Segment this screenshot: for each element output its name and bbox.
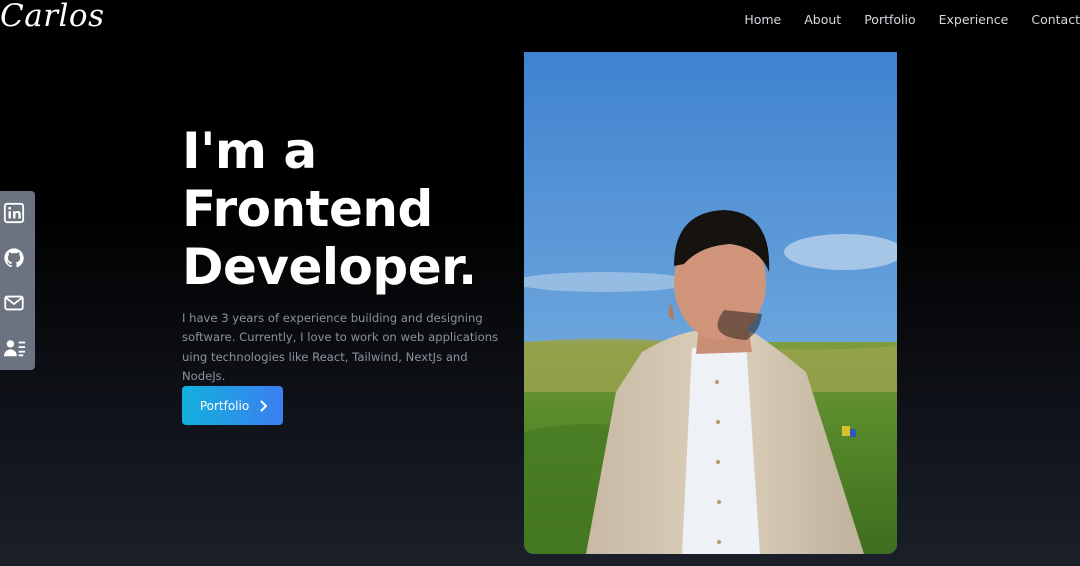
social-link-linkedin[interactable] [0, 191, 35, 236]
chevron-right-icon [260, 400, 268, 411]
nav-contact[interactable]: Contact [1020, 12, 1080, 28]
mail-icon [4, 295, 24, 311]
main-nav: Home About Portfolio Experience Contact [733, 12, 1080, 28]
social-link-resume[interactable] [0, 325, 35, 370]
linkedin-icon [3, 203, 25, 224]
resume-icon [4, 339, 26, 356]
hero-heading-block: I'm a Frontend Developer. [182, 122, 477, 296]
hero-headline: I'm a Frontend Developer. [182, 122, 477, 296]
logo[interactable]: Carlos [0, 0, 105, 34]
nav-portfolio[interactable]: Portfolio [853, 12, 927, 28]
headline-line-3: Developer. [182, 238, 477, 296]
github-icon [4, 248, 24, 268]
portfolio-button[interactable]: Portfolio [182, 386, 283, 425]
social-links-bar [0, 191, 35, 370]
nav-home[interactable]: Home [733, 12, 793, 28]
portfolio-button-label: Portfolio [199, 398, 250, 413]
social-link-github[interactable] [0, 236, 35, 281]
headline-line-1: I'm a [182, 122, 317, 180]
headline-line-2: Frontend [182, 180, 433, 238]
nav-experience[interactable]: Experience [927, 12, 1020, 28]
profile-photo [524, 52, 897, 554]
hero-description: I have 3 years of experience building an… [182, 311, 499, 383]
nav-about[interactable]: About [793, 12, 853, 28]
social-link-mail[interactable] [0, 281, 35, 326]
